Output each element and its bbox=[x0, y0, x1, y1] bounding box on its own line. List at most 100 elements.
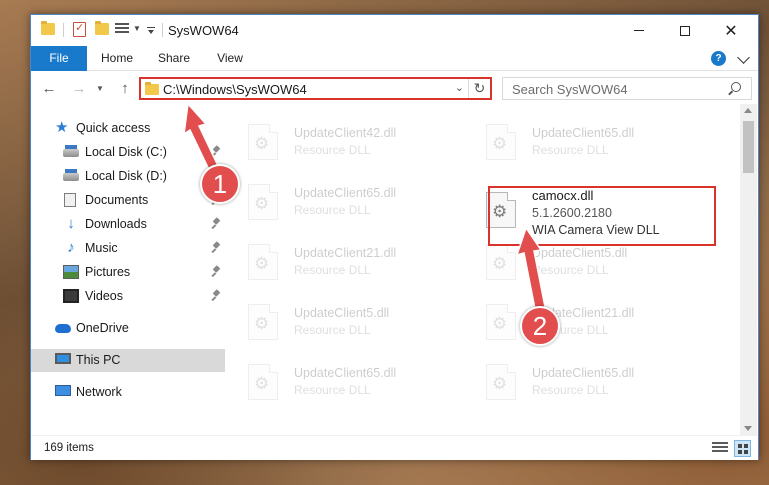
sidebar-item-pictures[interactable]: Pictures bbox=[31, 261, 225, 284]
arrow-right-icon: → bbox=[71, 79, 87, 97]
help-icon[interactable]: ? bbox=[711, 51, 726, 66]
dll-file-icon bbox=[248, 304, 278, 340]
tab-home[interactable]: Home bbox=[95, 46, 139, 71]
file-name: UpdateClient65.dll bbox=[532, 126, 635, 140]
local-disk-icon bbox=[63, 145, 79, 157]
file-description: Resource DLL bbox=[294, 323, 371, 337]
folder-icon bbox=[145, 82, 159, 95]
view-options-icon[interactable] bbox=[115, 23, 129, 36]
file-name: UpdateClient42.dll bbox=[294, 126, 397, 140]
expand-ribbon-icon[interactable] bbox=[737, 51, 750, 64]
file-description: Resource DLL bbox=[532, 143, 609, 157]
back-button[interactable]: ← bbox=[39, 78, 59, 98]
file-item[interactable]: UpdateClient5.dll Resource DLL bbox=[226, 292, 446, 346]
file-description: Resource DLL bbox=[294, 263, 371, 277]
close-icon: ✕ bbox=[724, 22, 738, 40]
file-item[interactable]: UpdateClient21.dll Resource DLL bbox=[464, 292, 684, 346]
dll-file-icon bbox=[248, 244, 278, 280]
title-separator bbox=[63, 23, 64, 37]
minimize-icon bbox=[634, 30, 644, 31]
scroll-down-icon[interactable] bbox=[744, 426, 752, 431]
search-icon bbox=[731, 82, 741, 92]
pin-icon[interactable] bbox=[212, 146, 221, 158]
sidebar-item-onedrive[interactable]: OneDrive bbox=[31, 317, 225, 340]
file-item[interactable]: UpdateClient65.dll Resource DLL bbox=[226, 172, 446, 226]
tab-file[interactable]: File bbox=[31, 46, 87, 71]
details-view-icon[interactable] bbox=[712, 442, 728, 455]
file-item[interactable]: UpdateClient21.dll Resource DLL bbox=[226, 232, 446, 286]
up-button[interactable]: ↑ bbox=[115, 78, 135, 98]
close-button[interactable]: ✕ bbox=[708, 15, 754, 46]
file-item[interactable]: UpdateClient65.dll Resource DLL bbox=[464, 352, 684, 406]
sidebar-item-documents[interactable]: Documents bbox=[31, 189, 225, 212]
sidebar-item-label: Documents bbox=[85, 193, 149, 207]
navigation-bar: ← → ▼ ↑ C:\Windows\SysWOW64 ⌄ ↻ Search S… bbox=[31, 72, 758, 104]
customize-quick-access-icon[interactable] bbox=[147, 27, 155, 34]
tiles-view-icon[interactable] bbox=[734, 440, 751, 457]
tab-share[interactable]: Share bbox=[151, 46, 197, 71]
ribbon-tabs: File Home Share View ? bbox=[31, 46, 758, 71]
network-icon bbox=[55, 385, 71, 396]
file-item[interactable]: UpdateClient65.dll Resource DLL bbox=[226, 352, 446, 406]
sidebar-item-label: Videos bbox=[85, 289, 123, 303]
scroll-up-icon[interactable] bbox=[744, 108, 752, 113]
pin-icon[interactable] bbox=[212, 242, 221, 254]
dll-file-icon bbox=[486, 364, 516, 400]
minimize-button[interactable] bbox=[616, 15, 662, 46]
item-count: 169 items bbox=[44, 442, 94, 454]
sidebar-item-music[interactable]: ♪ Music bbox=[31, 237, 225, 260]
refresh-button[interactable]: ↻ bbox=[468, 79, 490, 98]
sidebar-item-quick-access[interactable]: ★ Quick access bbox=[31, 117, 225, 140]
search-input[interactable]: Search SysWOW64 bbox=[512, 82, 628, 97]
address-dropdown-icon[interactable]: ⌄ bbox=[455, 81, 464, 94]
arrow-left-icon: ← bbox=[41, 79, 57, 97]
dll-file-icon bbox=[486, 244, 516, 280]
scrollbar-thumb[interactable] bbox=[743, 121, 754, 173]
forward-button[interactable]: → bbox=[69, 78, 89, 98]
maximize-button[interactable] bbox=[662, 15, 708, 46]
sidebar-item-downloads[interactable]: ↓ Downloads bbox=[31, 213, 225, 236]
file-name: UpdateClient5.dll bbox=[294, 306, 390, 320]
sidebar-item-label: Local Disk (C:) bbox=[85, 145, 167, 159]
recent-locations-button[interactable]: ▼ bbox=[94, 78, 106, 98]
maximize-icon bbox=[680, 25, 690, 36]
downloads-icon: ↓ bbox=[67, 215, 75, 232]
tab-view[interactable]: View bbox=[207, 46, 253, 71]
sidebar-item-label: This PC bbox=[76, 353, 121, 367]
chevron-down-icon: ▼ bbox=[96, 83, 104, 93]
sidebar-item-local-disk-c[interactable]: Local Disk (C:) bbox=[31, 141, 225, 164]
pin-icon[interactable] bbox=[212, 266, 221, 278]
pictures-icon bbox=[63, 265, 79, 279]
documents-icon bbox=[64, 193, 76, 207]
pin-icon[interactable] bbox=[212, 290, 221, 302]
file-item[interactable]: UpdateClient42.dll Resource DLL bbox=[226, 112, 446, 166]
sidebar-item-this-pc[interactable]: This PC bbox=[31, 349, 225, 372]
window-title: SysWOW64 bbox=[168, 23, 239, 38]
search-box[interactable]: Search SysWOW64 bbox=[502, 77, 752, 100]
dll-file-icon bbox=[486, 124, 516, 160]
file-item[interactable]: UpdateClient65.dll Resource DLL bbox=[464, 112, 684, 166]
sidebar-item-label: Local Disk (D:) bbox=[85, 169, 167, 183]
dll-file-icon bbox=[248, 184, 278, 220]
vertical-scrollbar[interactable] bbox=[740, 104, 757, 435]
sidebar-item-label: OneDrive bbox=[76, 321, 129, 335]
address-path[interactable]: C:\Windows\SysWOW64 bbox=[163, 82, 307, 97]
address-bar[interactable]: C:\Windows\SysWOW64 ⌄ ↻ bbox=[139, 77, 492, 100]
file-description: Resource DLL bbox=[294, 383, 371, 397]
sidebar-item-network[interactable]: Network bbox=[31, 381, 225, 404]
videos-icon bbox=[63, 289, 79, 303]
chevron-down-icon[interactable]: ▼ bbox=[133, 24, 141, 33]
local-disk-icon bbox=[63, 169, 79, 181]
sidebar-item-label: Network bbox=[76, 385, 122, 399]
file-description: Resource DLL bbox=[532, 383, 609, 397]
sidebar-item-videos[interactable]: Videos bbox=[31, 285, 225, 308]
file-description: Resource DLL bbox=[294, 203, 371, 217]
properties-check-icon[interactable] bbox=[73, 21, 86, 37]
pin-icon[interactable] bbox=[212, 218, 221, 230]
music-icon: ♪ bbox=[67, 239, 75, 256]
sidebar-item-local-disk-d[interactable]: Local Disk (D:) bbox=[31, 165, 225, 188]
file-description: Resource DLL bbox=[532, 263, 609, 277]
dll-file-icon bbox=[248, 364, 278, 400]
arrow-up-icon: ↑ bbox=[121, 79, 129, 97]
new-folder-icon[interactable] bbox=[95, 21, 109, 35]
